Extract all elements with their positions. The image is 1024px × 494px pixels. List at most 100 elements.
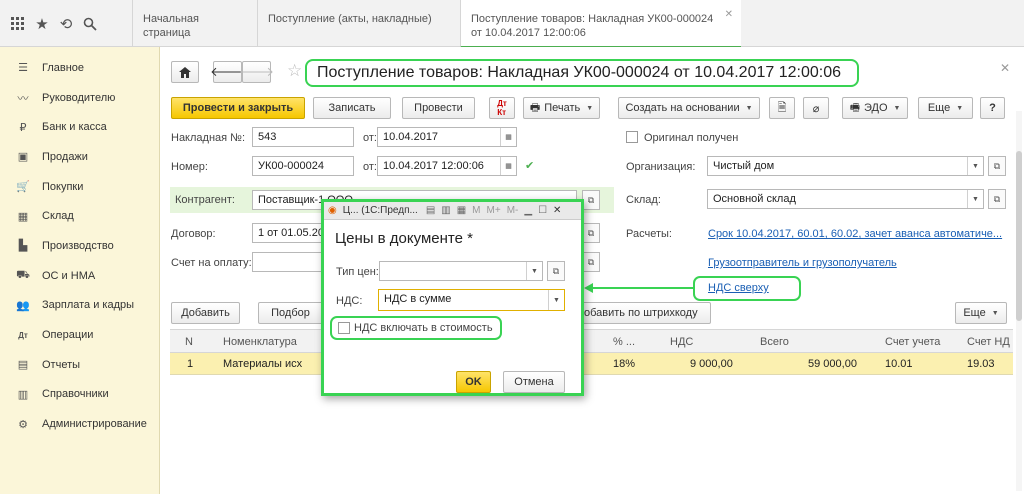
calendar-icon[interactable]: ▦ (500, 128, 516, 146)
column-header-account[interactable]: Счет учета (885, 336, 940, 348)
sidebar-item-11[interactable]: ▥ Справочники (0, 380, 159, 410)
column-header-total[interactable]: Всего (760, 336, 789, 348)
dt-kt-button[interactable]: Дт Кт (489, 97, 515, 119)
apps-grid-icon[interactable] (9, 15, 27, 33)
favorite-star-icon[interactable]: ☆ (287, 61, 302, 81)
post-button[interactable]: Провести (402, 97, 475, 119)
settlements-label: Расчеты: (626, 228, 672, 240)
original-received-checkbox[interactable] (626, 131, 638, 143)
pick-button[interactable]: Подбор (258, 302, 323, 324)
sidebar-item-2[interactable]: ₽ Банк и касса (0, 112, 159, 142)
sidebar-item-3[interactable]: ▣ Продажи (0, 142, 159, 172)
vat-on-top-link[interactable]: НДС сверху (708, 282, 769, 294)
sidebar-item-1[interactable]: 〰 Руководителю (0, 83, 159, 113)
close-icon[interactable]: ✕ (725, 8, 733, 22)
column-header-vat-rate[interactable]: % ... (613, 336, 635, 348)
toolbar-calendar-icon[interactable]: ▦ (457, 205, 466, 216)
tab-home[interactable]: Начальная страница (132, 0, 257, 47)
open-organization-button[interactable]: ⧉ (988, 156, 1006, 176)
forward-button[interactable]: 🡒 (239, 61, 274, 83)
sidebar-item-10[interactable]: ▤ Отчеты (0, 350, 159, 380)
toolbar-save-icon[interactable]: ▥ (441, 205, 450, 216)
sidebar-item-5[interactable]: ▦ Склад (0, 201, 159, 231)
scrollbar-thumb[interactable] (1016, 151, 1022, 321)
chevron-down-icon[interactable]: ▼ (548, 290, 564, 310)
open-price-type-button[interactable]: ⧉ (547, 261, 565, 281)
organization-input[interactable]: Чистый дом ▼ (707, 156, 984, 176)
print-button[interactable]: 🖶 Печать ▼ (523, 97, 600, 119)
chevron-down-icon[interactable]: ▼ (526, 262, 542, 280)
ok-button[interactable]: OK (456, 371, 491, 393)
help-button[interactable]: ? (980, 97, 1005, 119)
sidebar-item-label: Склад (42, 210, 74, 223)
printer-icon: 🖶 (529, 101, 541, 114)
history-icon[interactable]: ⟲ (57, 15, 75, 33)
minimize-icon[interactable]: ▁ (524, 205, 532, 216)
star-icon[interactable]: ★ (33, 15, 51, 33)
attach-button[interactable]: ⌀ (803, 97, 829, 119)
save-button[interactable]: Записать (313, 97, 391, 119)
toolbar-m-minus-icon[interactable]: M- (507, 205, 519, 216)
add-by-barcode-button[interactable]: Добавить по штрихкоду (563, 302, 711, 324)
vertical-scrollbar[interactable] (1016, 111, 1022, 491)
document-button[interactable]: 🗎 (769, 97, 795, 119)
edo-button[interactable]: 🖷 ЭДО ▼ (842, 97, 908, 119)
tab-receipts-list[interactable]: Поступление (акты, накладные) (257, 0, 460, 47)
home-button[interactable] (171, 61, 199, 83)
price-type-input[interactable]: ▼ (379, 261, 543, 281)
ruble-icon: ₽ (19, 121, 27, 134)
cell-vat-account: 19.03 (967, 358, 995, 370)
toolbar-doc-icon[interactable]: ▤ (426, 205, 435, 216)
toolbar-m-plus-icon[interactable]: M+ (487, 205, 501, 216)
open-counterparty-button[interactable]: ⧉ (582, 190, 600, 210)
sidebar-item-8[interactable]: 👥 Зарплата и кадры (0, 291, 159, 321)
sidebar-item-4[interactable]: 🛒 Покупки (0, 172, 159, 202)
table-row[interactable]: 1 Материалы исх 18% 9 000,00 59 000,00 1… (170, 353, 1013, 375)
book-icon: ▥ (17, 388, 29, 401)
document-icon: 🗎 (777, 101, 787, 114)
add-row-button[interactable]: Добавить (171, 302, 240, 324)
open-contract-button[interactable]: ⧉ (582, 223, 600, 243)
number-input[interactable]: УК00-000024 (252, 156, 354, 176)
sidebar-item-9[interactable]: Дт Операции (0, 320, 159, 350)
table-more-button[interactable]: Еще ▼ (955, 302, 1007, 324)
consignor-link[interactable]: Грузоотправитель и грузополучатель (708, 257, 897, 269)
post-and-close-button[interactable]: Провести и закрыть (171, 97, 305, 119)
column-header-vat[interactable]: НДС (670, 336, 693, 348)
sidebar-item-label: ОС и НМА (42, 269, 96, 282)
number-date-input[interactable]: 10.04.2017 12:00:06 ▦ (377, 156, 517, 176)
tab-current-document[interactable]: Поступление товаров: Накладная УК00-0000… (460, 0, 741, 48)
more-button[interactable]: Еще ▼ (918, 97, 973, 119)
chevron-down-icon[interactable]: ▼ (967, 157, 983, 175)
open-payment-invoice-button[interactable]: ⧉ (582, 252, 600, 272)
include-vat-checkbox[interactable] (338, 322, 350, 334)
calendar-icon[interactable]: ▦ (500, 157, 516, 175)
payment-invoice-label: Счет на оплату: (171, 257, 252, 269)
search-icon[interactable] (81, 15, 99, 33)
maximize-icon[interactable]: ☐ (538, 205, 547, 216)
sidebar-item-7[interactable]: ⛟ ОС и НМА (0, 261, 159, 291)
sidebar-item-0[interactable]: ☰ Главное (0, 53, 159, 83)
cancel-button[interactable]: Отмена (503, 371, 565, 393)
column-header-n[interactable]: N (185, 336, 193, 348)
column-header-item[interactable]: Номенклатура (223, 336, 297, 348)
close-form-icon[interactable]: ✕ (1000, 61, 1010, 75)
settlements-link[interactable]: Срок 10.04.2017, 60.01, 60.02, зачет ава… (708, 228, 1002, 240)
open-warehouse-button[interactable]: ⧉ (988, 189, 1006, 209)
invoice-number-input[interactable]: 543 (252, 127, 354, 147)
warehouse-input[interactable]: Основной склад ▼ (707, 189, 984, 209)
callout-arrow-line (590, 287, 693, 289)
contract-label: Договор: (171, 228, 216, 240)
close-icon[interactable]: ✕ (553, 205, 561, 216)
top-bar: ★ ⟲ Начальная страница Поступление (акты… (0, 0, 1024, 48)
invoice-date-input[interactable]: 10.04.2017 ▦ (377, 127, 517, 147)
chevron-down-icon: ▼ (991, 309, 999, 317)
chevron-down-icon[interactable]: ▼ (967, 190, 983, 208)
create-based-on-button[interactable]: Создать на основании ▼ (618, 97, 760, 119)
back-button[interactable]: 🡐 (210, 61, 245, 83)
sidebar-item-12[interactable]: ⚙ Администрирование (0, 409, 159, 439)
toolbar-m-icon[interactable]: M (472, 205, 480, 216)
vat-mode-select[interactable]: НДС в сумме ▼ (378, 289, 565, 311)
column-header-vat-account[interactable]: Счет НД (967, 336, 1010, 348)
sidebar-item-6[interactable]: ▙ Производство (0, 231, 159, 261)
